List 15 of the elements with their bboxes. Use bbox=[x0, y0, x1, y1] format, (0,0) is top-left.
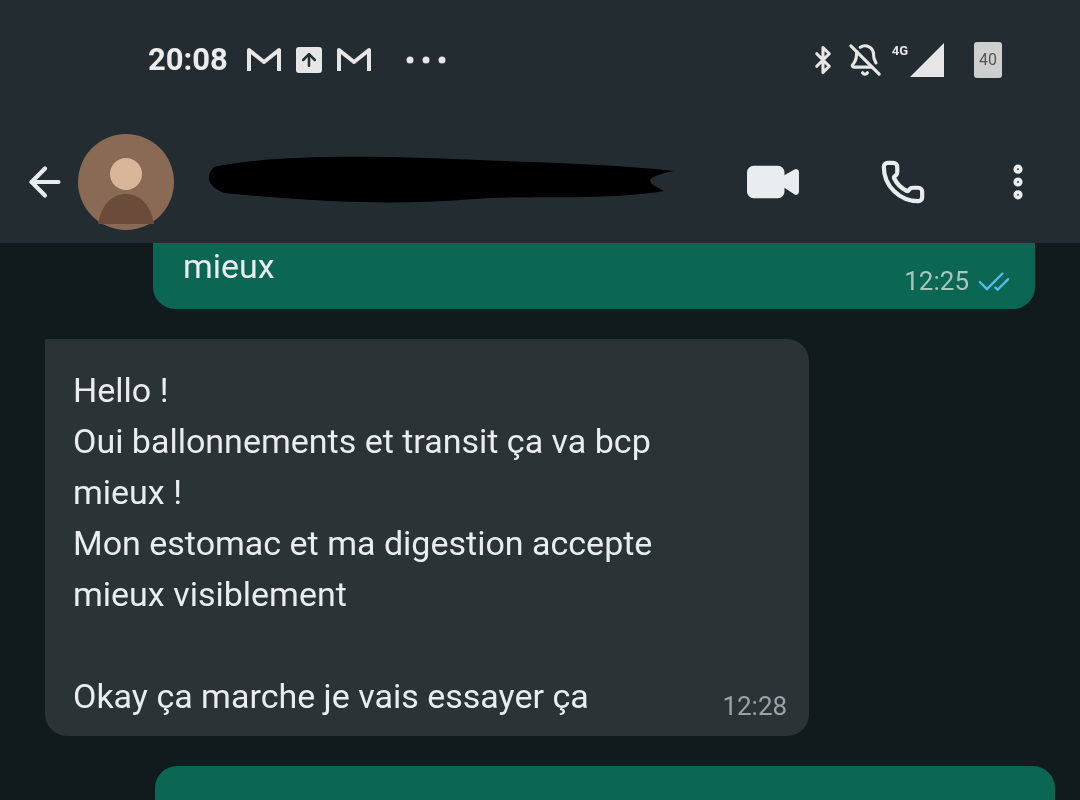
message-time: 12:28 bbox=[722, 690, 788, 723]
mail-icon bbox=[245, 47, 282, 73]
mail-icon bbox=[335, 47, 372, 73]
message-text: mieux bbox=[183, 245, 275, 288]
upload-icon bbox=[295, 47, 322, 73]
more-notifications-icon bbox=[405, 56, 446, 64]
phone-icon[interactable] bbox=[880, 158, 926, 205]
muted-bell-icon bbox=[847, 43, 882, 77]
message-text: Hello ! Oui ballonnements et transit ça va bcp mieux ! Mon estomac et ma digestion accepte mieux visiblement Okay ça marche je vais essayer ça bbox=[73, 369, 653, 718]
network-type: 4G bbox=[891, 42, 908, 60]
signal-icon bbox=[908, 41, 946, 79]
battery-level: 40 bbox=[979, 49, 997, 71]
status-time: 20:08 bbox=[148, 39, 228, 80]
avatar[interactable] bbox=[78, 133, 174, 230]
message-time: 12:25 bbox=[904, 265, 969, 298]
